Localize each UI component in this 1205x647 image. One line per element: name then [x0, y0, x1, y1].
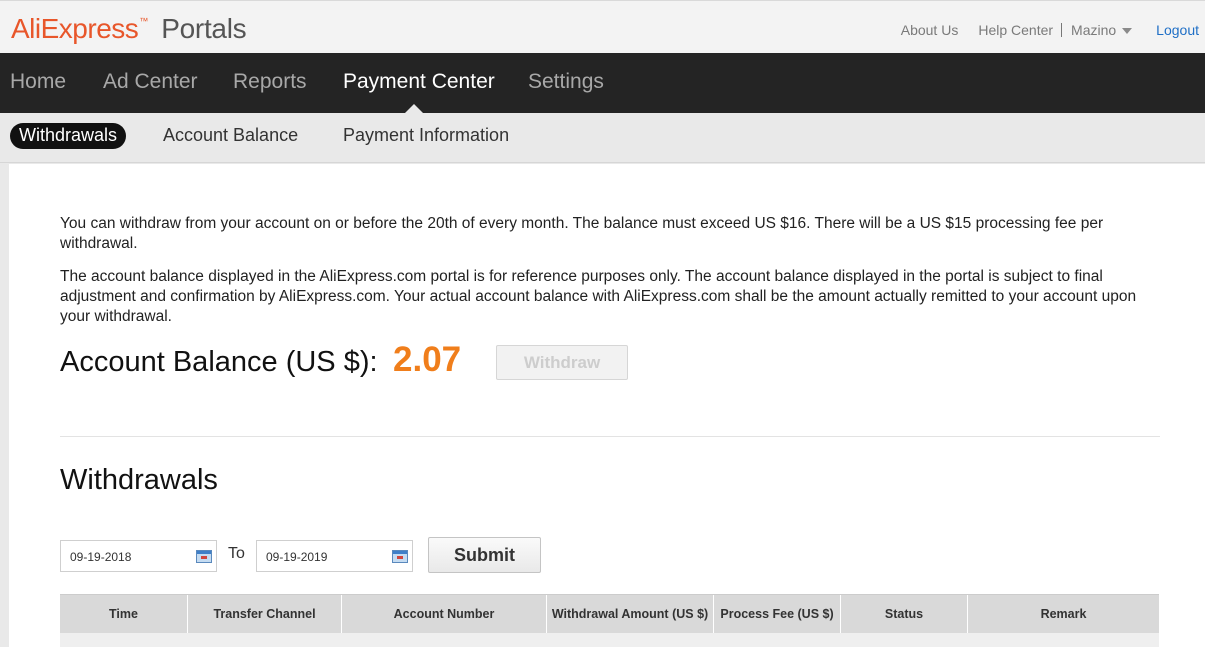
subnav-account-balance[interactable]: Account Balance	[163, 125, 298, 146]
account-balance-value: 2.07	[393, 340, 462, 379]
to-date-input[interactable]: 09-19-2019	[256, 540, 413, 572]
logout-link[interactable]: Logout	[1156, 22, 1199, 38]
help-center-link[interactable]: Help Center	[978, 22, 1053, 38]
column-header-remark: Remark	[1040, 607, 1087, 621]
to-label: To	[228, 545, 245, 562]
column-header-account-number: Account Number	[342, 595, 547, 633]
from-date-input[interactable]: 09-19-2018	[60, 540, 217, 572]
nav-ad-center[interactable]: Ad Center	[103, 70, 198, 94]
content-panel: You can withdraw from your account on or…	[9, 164, 1205, 647]
active-nav-pointer	[405, 104, 423, 113]
link-separator	[1061, 23, 1063, 37]
logo-brand: AliExpress	[11, 13, 139, 44]
calendar-icon[interactable]	[392, 550, 408, 563]
balance-disclaimer: The account balance displayed in the Ali…	[60, 268, 1137, 325]
logo-product: Portals	[161, 13, 247, 44]
sub-nav: Withdrawals Account Balance Payment Info…	[0, 113, 1205, 163]
table-row	[60, 633, 1159, 647]
section-divider	[60, 436, 1160, 437]
submit-button[interactable]: Submit	[428, 537, 541, 573]
account-balance-label: Account Balance (US $):	[60, 346, 378, 378]
from-date-value: 09-19-2018	[70, 550, 132, 564]
top-header: AliExpress ™ Portals About Us Help Cente…	[0, 0, 1205, 53]
column-header-withdrawal-amount: Withdrawal Amount (US $)	[547, 595, 714, 633]
column-header-transfer-channel: Transfer Channel	[188, 595, 342, 633]
calendar-icon[interactable]	[196, 550, 212, 563]
main-nav: Home Ad Center Reports Payment Center Se…	[0, 53, 1205, 113]
top-links: About Us Help Center Mazino Logout	[881, 22, 1199, 38]
nav-home[interactable]: Home	[10, 70, 66, 94]
nav-settings[interactable]: Settings	[528, 70, 604, 94]
caret-down-icon	[1122, 28, 1133, 34]
subnav-payment-information[interactable]: Payment Information	[343, 125, 509, 146]
column-header-process-fee: Process Fee (US $)	[714, 595, 841, 633]
column-header-time: Time	[60, 595, 188, 633]
withdraw-button[interactable]: Withdraw	[496, 345, 628, 380]
withdrawals-title: Withdrawals	[60, 464, 218, 496]
nav-reports[interactable]: Reports	[233, 70, 307, 94]
withdrawal-notice: You can withdraw from your account on or…	[60, 215, 1104, 252]
subnav-withdrawals[interactable]: Withdrawals	[10, 123, 127, 149]
user-name: Mazino	[1071, 22, 1117, 38]
user-menu[interactable]: Mazino	[1071, 22, 1133, 38]
to-date-value: 09-19-2019	[266, 550, 328, 564]
about-us-link[interactable]: About Us	[901, 22, 959, 38]
withdrawals-table-header: Time Transfer Channel Account Number Wit…	[60, 594, 1159, 633]
column-header-status: Status	[841, 595, 968, 633]
logo-trademark: ™	[139, 16, 149, 26]
nav-payment-center[interactable]: Payment Center	[343, 70, 495, 94]
aliexpress-portals-logo[interactable]: AliExpress ™ Portals	[11, 13, 247, 45]
